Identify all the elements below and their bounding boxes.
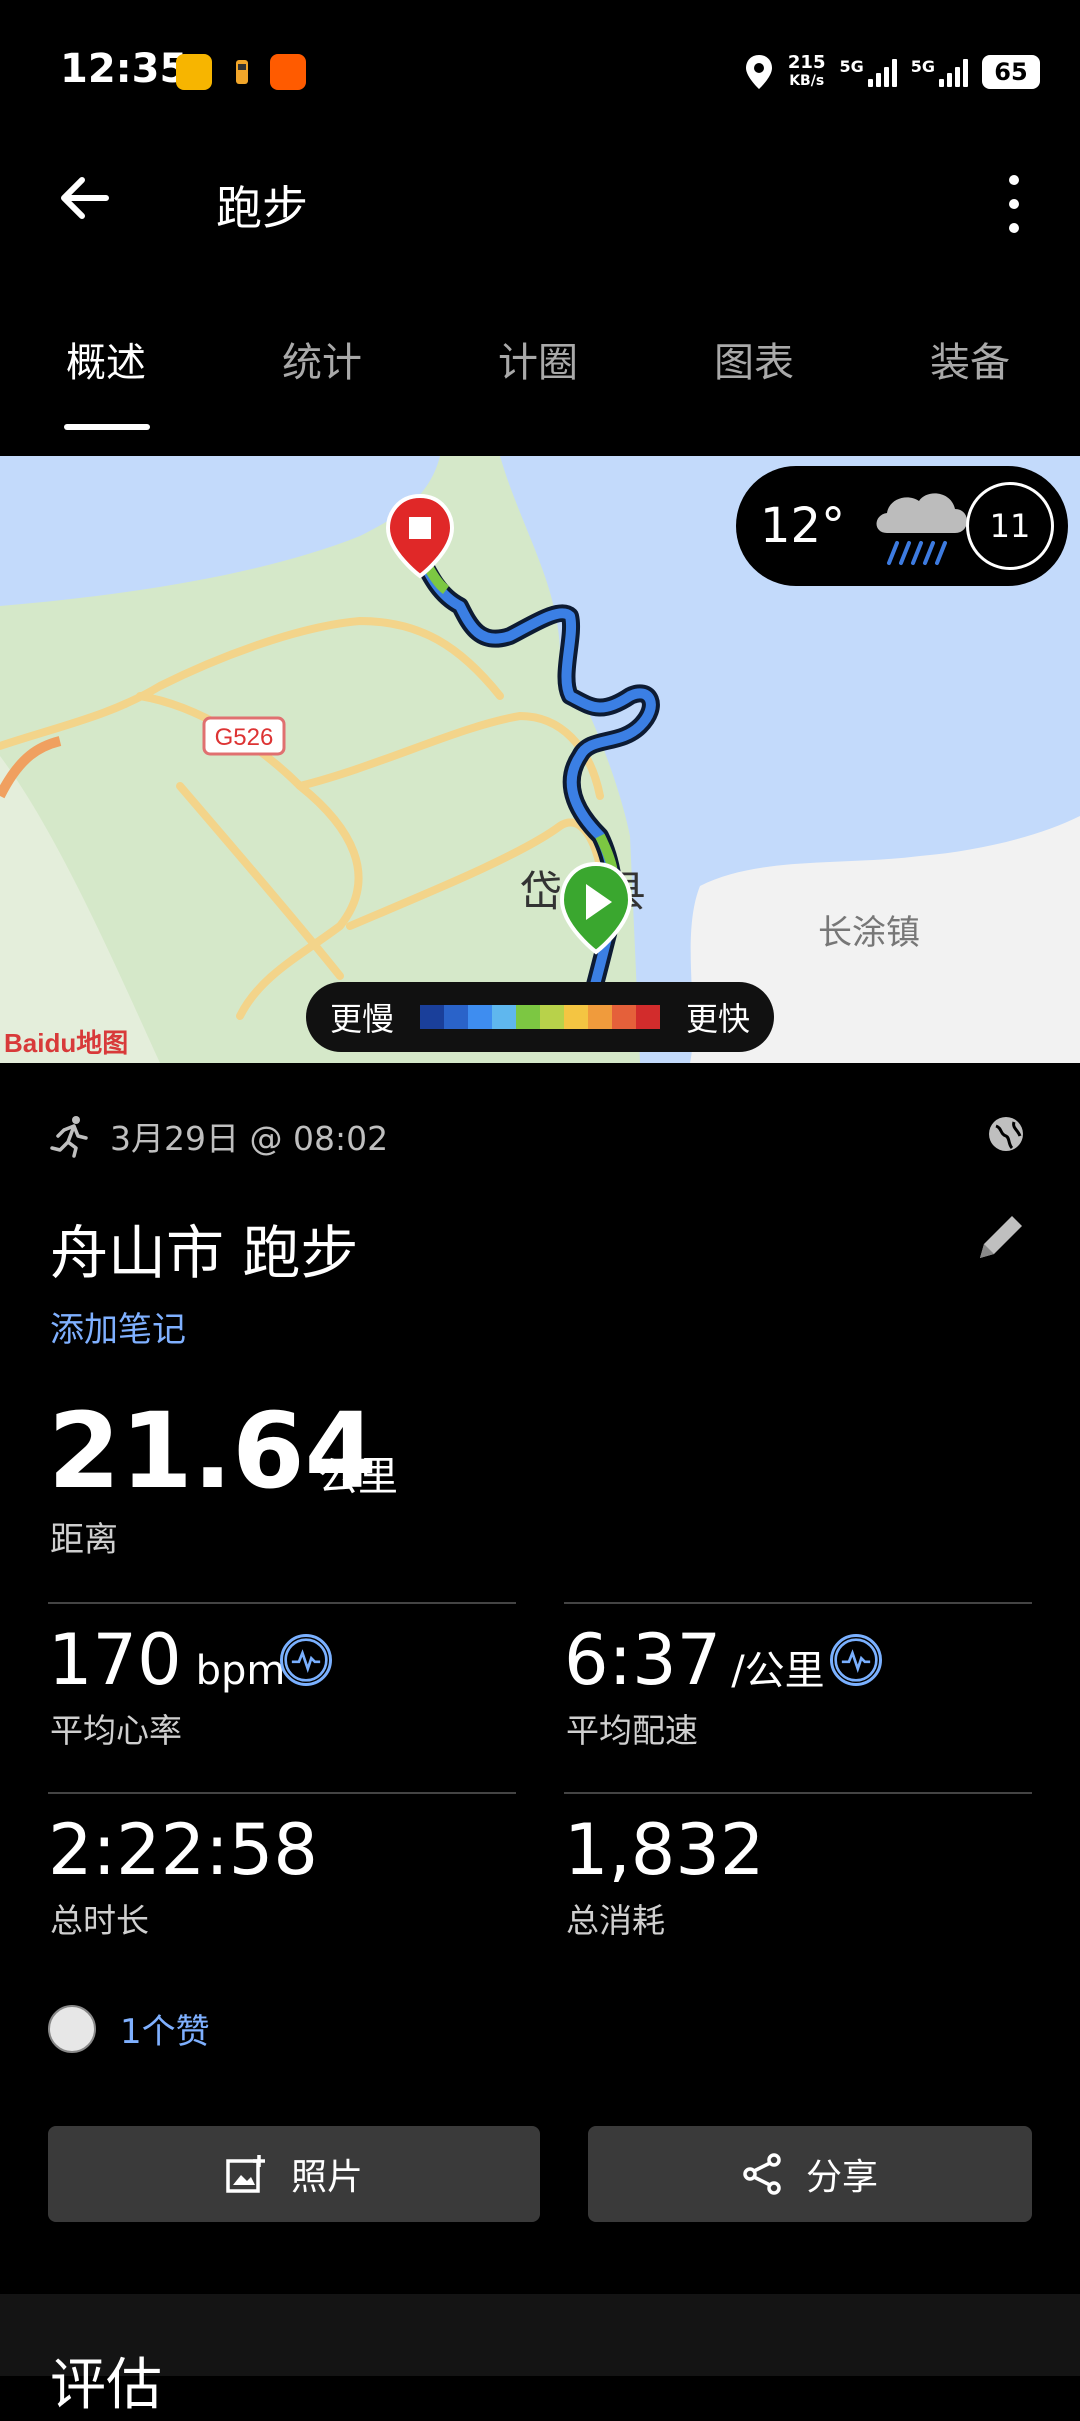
- tab-overview[interactable]: 概述: [66, 330, 146, 388]
- tab-gear[interactable]: 装备: [930, 330, 1010, 388]
- distance-unit: 公里: [318, 1454, 398, 1500]
- divider: [48, 1792, 516, 1794]
- share-icon: [743, 2153, 781, 2195]
- legend-color-segment: [444, 1005, 468, 1029]
- more-options-icon[interactable]: [1000, 172, 1028, 236]
- tab-stats[interactable]: 统计: [282, 330, 362, 388]
- legend-color-segment: [588, 1005, 612, 1029]
- globe-icon[interactable]: [986, 1114, 1026, 1154]
- legend-color-segment: [540, 1005, 564, 1029]
- weibo-notification-icon: [176, 54, 212, 90]
- signal-sim1-icon: 5G: [839, 57, 897, 87]
- speed-color-scale: [420, 1005, 660, 1029]
- pace-zone-icon[interactable]: [830, 1634, 882, 1686]
- status-icons: 215 KB/s 5G 5G 65: [744, 48, 1040, 96]
- calories-value: 1,832: [564, 1809, 765, 1891]
- divider: [48, 1602, 516, 1604]
- legend-slow-label: 更慢: [330, 1000, 395, 1038]
- evaluation-heading: 评估: [50, 2353, 162, 2418]
- back-arrow-icon[interactable]: [56, 170, 112, 226]
- distance-label: 距离: [50, 1520, 118, 1560]
- add-note-link[interactable]: 添加笔记: [50, 1302, 186, 1351]
- page-title: 跑步: [216, 181, 308, 235]
- heart-rate-unit: bpm: [195, 1648, 286, 1694]
- legend-color-segment: [564, 1005, 588, 1029]
- divider: [564, 1792, 1032, 1794]
- legend-color-segment: [492, 1005, 516, 1029]
- weather-badge: 12° 11: [736, 466, 1068, 586]
- heart-rate-stat: 170 bpm: [48, 1622, 285, 1698]
- road-label: G526: [215, 724, 274, 751]
- rain-cloud-icon: [876, 493, 968, 565]
- app-notification-icon: [224, 54, 260, 90]
- duration-value: 2:22:58: [48, 1809, 318, 1891]
- heart-rate-label: 平均心率: [50, 1711, 182, 1750]
- active-tab-indicator: [64, 424, 150, 430]
- activity-date: 3月29日 @ 08:02: [110, 1119, 389, 1158]
- heart-rate-zone-icon[interactable]: [280, 1634, 332, 1686]
- pace-stat: 6:37 /公里: [564, 1622, 825, 1698]
- battery-icon: 65: [982, 55, 1040, 89]
- tab-bar: 概述 统计 计圈 图表 装备: [0, 330, 1080, 402]
- legend-fast-label: 更快: [685, 1000, 750, 1038]
- baidu-map-logo: Baidu地图: [4, 1028, 128, 1058]
- heart-rate-value: 170: [48, 1619, 182, 1701]
- status-time: 12:35: [60, 46, 188, 92]
- duration-label: 总时长: [50, 1901, 149, 1940]
- tab-charts[interactable]: 图表: [714, 330, 794, 388]
- calories-label: 总消耗: [566, 1901, 665, 1940]
- location-icon: [745, 55, 772, 89]
- avatar: [48, 2004, 96, 2053]
- net-speed: 215 KB/s: [787, 52, 826, 90]
- tab-laps[interactable]: 计圈: [498, 330, 578, 388]
- legend-color-segment: [636, 1005, 660, 1029]
- activity-meta: 3月29日 @ 08:02: [50, 1112, 388, 1160]
- photo-button[interactable]: 照片: [48, 2126, 540, 2222]
- uv-index-gauge: 11: [966, 482, 1054, 570]
- legend-color-segment: [516, 1005, 540, 1029]
- edit-pencil-icon[interactable]: [974, 1210, 1028, 1264]
- signal-sim2-icon: 5G: [911, 57, 968, 87]
- likes-count: 1个赞: [120, 2012, 210, 2052]
- likes-row[interactable]: 1个赞: [48, 2004, 210, 2053]
- legend-color-segment: [468, 1005, 492, 1029]
- evaluation-card: [0, 2294, 1080, 2376]
- weather-temperature: 12°: [760, 498, 846, 554]
- pace-value: 6:37: [564, 1619, 722, 1701]
- town-label-changtu: 长涂镇: [818, 913, 920, 953]
- running-person-icon: [50, 1116, 88, 1158]
- legend-color-segment: [420, 1005, 444, 1029]
- pace-label: 平均配速: [566, 1711, 698, 1750]
- legend-color-segment: [612, 1005, 636, 1029]
- speed-legend: 更慢 更快: [306, 982, 774, 1052]
- add-photo-icon: [226, 2155, 265, 2193]
- pace-unit: /公里: [731, 1648, 825, 1694]
- activity-title: 舟山市 跑步: [50, 1219, 359, 1287]
- taobao-notification-icon: [270, 54, 306, 90]
- divider: [564, 1602, 1032, 1604]
- share-button[interactable]: 分享: [588, 2126, 1032, 2222]
